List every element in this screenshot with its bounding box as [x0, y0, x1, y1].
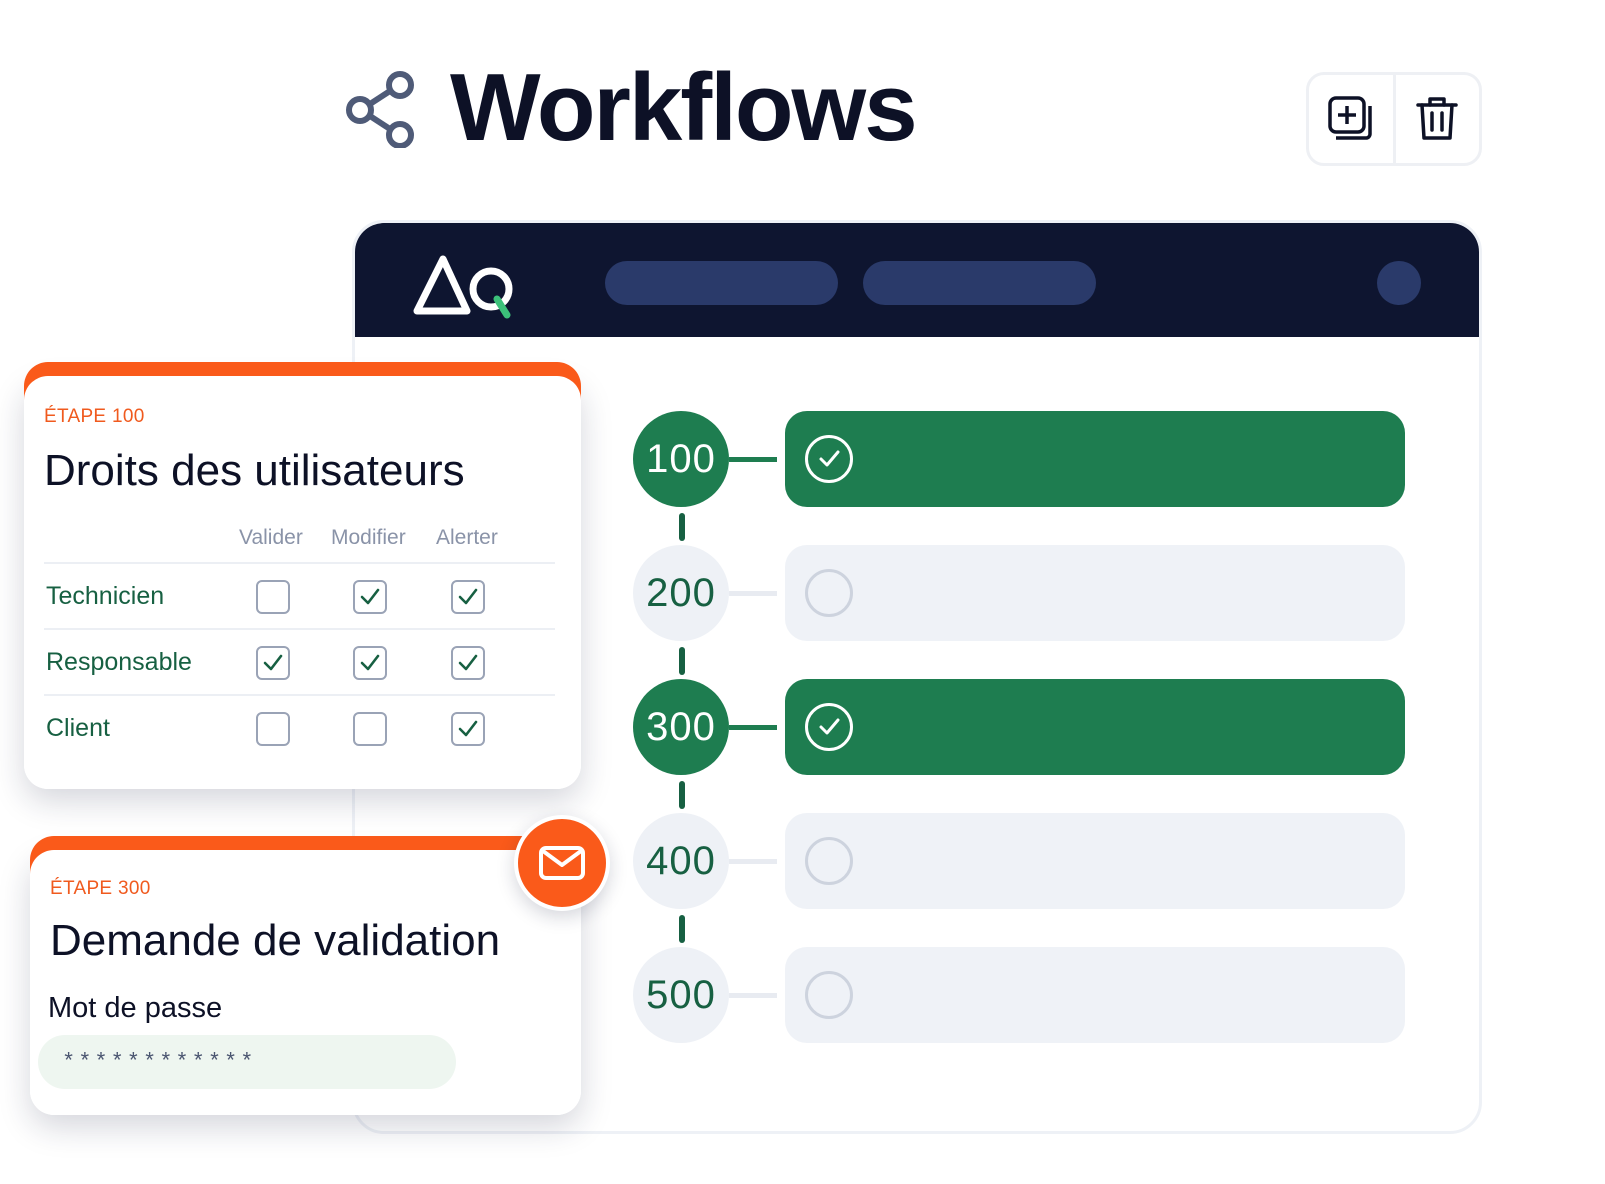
step-bar[interactable] [785, 545, 1405, 641]
empty-circle-icon [805, 569, 853, 617]
step-eyebrow: ÉTAPE 300 [50, 878, 151, 899]
page-header: Workflows [344, 54, 918, 161]
checkbox-valider[interactable] [256, 580, 290, 614]
step-connector [679, 513, 685, 541]
card-body: ÉTAPE 100 Droits des utilisateurs Valide… [24, 376, 581, 789]
password-label: Mot de passe [48, 992, 223, 1024]
step-link [729, 859, 777, 864]
step-bar[interactable] [785, 679, 1405, 775]
step-node[interactable]: 400 [633, 813, 729, 909]
step-node[interactable]: 200 [633, 545, 729, 641]
step-node[interactable]: 500 [633, 947, 729, 1043]
validation-request-card: ÉTAPE 300 Demande de validation Mot de p… [30, 836, 581, 1115]
checkbox-modifier[interactable] [353, 580, 387, 614]
checkbox-alerter[interactable] [451, 712, 485, 746]
step-link [729, 725, 777, 730]
add-button[interactable] [1309, 75, 1393, 163]
step-bar[interactable] [785, 411, 1405, 507]
step-link [729, 591, 777, 596]
empty-circle-icon [805, 971, 853, 1019]
check-circle-icon [805, 703, 853, 751]
checkbox-alerter[interactable] [451, 646, 485, 680]
role-label: Responsable [46, 648, 192, 676]
step-node[interactable]: 300 [633, 679, 729, 775]
page-title: Workflows [450, 54, 918, 161]
step-connector [679, 647, 685, 675]
delete-button[interactable] [1392, 75, 1480, 163]
column-header: Alerter [436, 526, 498, 549]
step-connector [679, 781, 685, 809]
user-rights-card: ÉTAPE 100 Droits des utilisateurs Valide… [24, 362, 581, 789]
add-copy-icon [1328, 96, 1372, 140]
checkbox-modifier[interactable] [353, 712, 387, 746]
step-link [729, 457, 777, 462]
checkbox-alerter[interactable] [451, 580, 485, 614]
step-node[interactable]: 100 [633, 411, 729, 507]
permission-row: Responsable [44, 628, 555, 696]
card-title: Droits des utilisateurs [44, 446, 465, 495]
checkbox-valider[interactable] [256, 646, 290, 680]
mail-button[interactable] [514, 815, 610, 911]
step-eyebrow: ÉTAPE 100 [44, 406, 145, 427]
share-icon [346, 71, 414, 148]
role-label: Client [46, 714, 110, 742]
mail-icon [539, 846, 585, 880]
step-link [729, 993, 777, 998]
password-field[interactable] [38, 1035, 456, 1089]
checkbox-valider[interactable] [256, 712, 290, 746]
checkbox-modifier[interactable] [353, 646, 387, 680]
check-circle-icon [805, 435, 853, 483]
permission-row: Client [44, 694, 555, 762]
permission-row: Technicien [44, 562, 555, 630]
card-body: ÉTAPE 300 Demande de validation Mot de p… [30, 850, 581, 1115]
trash-icon [1416, 97, 1458, 140]
step-connector [679, 915, 685, 943]
role-label: Technicien [46, 582, 165, 610]
empty-circle-icon [805, 837, 853, 885]
card-title: Demande de validation [50, 916, 501, 965]
toolbar [1306, 72, 1482, 166]
step-bar[interactable] [785, 947, 1405, 1043]
step-bar[interactable] [785, 813, 1405, 909]
column-header: Modifier [331, 526, 406, 549]
column-header: Valider [239, 526, 303, 549]
